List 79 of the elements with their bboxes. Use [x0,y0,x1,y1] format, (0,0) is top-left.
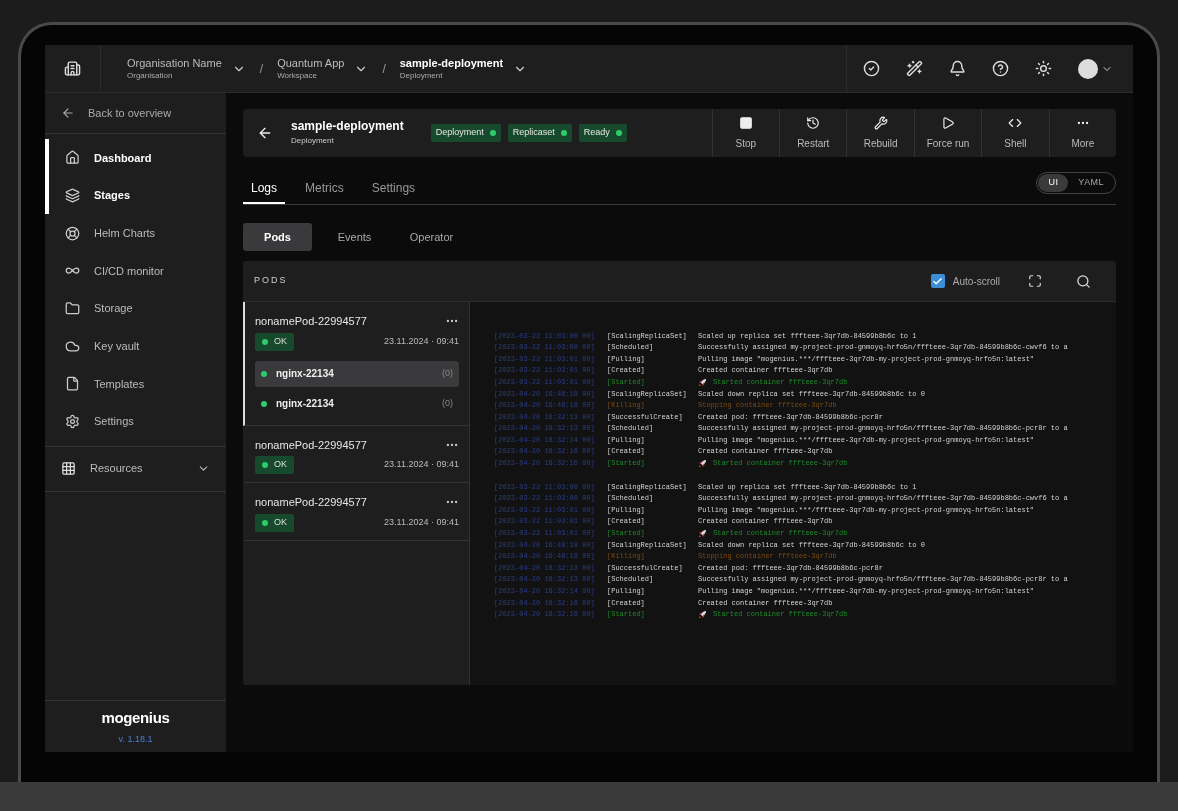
pod-card[interactable]: nonamePod-22994577 OK 23.11.2024 · 09:41 [243,483,469,541]
play-icon [941,115,955,130]
pod-card[interactable]: nonamePod-22994577 OK 23.11.2024 · 09:41 nginx-22134 (0) nginx-22134 (0) [243,302,469,426]
breadcrumb-dropdown[interactable]: sample-deployment Deployment [399,55,528,82]
help-icon[interactable] [992,60,1009,77]
panel-title: PODS [254,274,288,288]
sun-icon[interactable] [1035,60,1052,77]
rocket-icon [698,458,707,468]
sidebar-item[interactable]: Dashboard [45,139,226,177]
container-item[interactable]: nginx-22134 (0) [255,390,459,417]
home-icon [65,150,80,166]
rocket-icon [698,528,707,538]
version-text: v. 1.18.1 [118,733,153,746]
folder-icon [65,301,80,317]
pod-timestamp: 23.11.2024 · 09:41 [384,458,459,472]
subtab[interactable]: Pods [243,223,312,251]
pod-name: nonamePod-22994577 [255,437,367,453]
pod-timestamp: 23.11.2024 · 09:41 [384,515,459,529]
fullscreen-icon[interactable] [1028,274,1042,288]
tab[interactable]: Logs [243,174,286,204]
sidebar-item[interactable]: Settings [45,402,226,441]
subtab[interactable]: Events [320,223,389,251]
history-icon [806,115,821,130]
breadcrumb-separator: / [259,60,264,78]
magic-wand-icon[interactable] [906,60,923,77]
deployment-subtitle: Deployment [291,135,335,147]
sidebar-item[interactable]: CI/CD monitor [45,252,226,290]
pod-name: nonamePod-22994577 [255,314,367,329]
back-icon[interactable] [257,125,273,141]
settings-icon [65,414,80,430]
status-tag: Ready [578,124,627,142]
container-item[interactable]: nginx-22134 (0) [255,360,459,387]
status-tag: Replicaset [507,124,572,142]
action-button[interactable]: Stop [711,109,780,157]
deployment-title: sample-deployment [291,119,404,134]
sidebar-item[interactable]: Storage [45,289,226,328]
logo: mogenius [101,707,170,728]
layers-icon [65,188,80,204]
action-button[interactable]: Force run [913,109,982,157]
tab[interactable]: Settings [363,174,424,204]
check-circle-icon[interactable] [863,60,880,77]
action-button[interactable]: More [1048,109,1116,157]
status-badge: OK [255,513,294,532]
breadcrumb-dropdown[interactable]: Quantum App Workspace [277,55,369,82]
status-tag: Deployment [430,124,501,142]
toggle-option[interactable]: YAML [1068,174,1114,192]
avatar-menu[interactable] [1078,58,1113,79]
status-badge: OK [255,456,294,474]
rocket-icon [698,377,707,387]
action-button[interactable]: Shell [981,109,1049,157]
resources-dropdown[interactable]: Resources [45,445,226,492]
auto-scroll-checkbox[interactable]: Auto-scroll [930,273,1000,289]
search-icon[interactable] [1076,273,1091,289]
action-button[interactable]: Rebuild [846,109,914,157]
pod-timestamp: 23.11.2024 · 09:41 [384,334,459,348]
sidebar-item[interactable]: Templates [45,365,226,403]
building-icon[interactable] [64,60,81,77]
breadcrumb-separator: / [382,60,386,78]
status-badge: OK [255,332,294,351]
back-link[interactable]: Back to overview [45,93,226,134]
breadcrumb-dropdown[interactable]: Organisation Name Organisation [127,55,246,82]
check-icon [932,275,944,287]
bell-icon[interactable] [949,60,966,77]
pod-card[interactable]: nonamePod-22994577 OK 23.11.2024 · 09:41 [243,425,469,483]
sidebar-item[interactable]: Key vault [45,327,226,366]
sidebar-item[interactable]: Stages [45,176,226,215]
tab[interactable]: Metrics [297,174,352,204]
file-icon [65,376,80,392]
steering-wheel-icon [65,225,80,241]
toggle-option[interactable]: UI [1038,174,1069,192]
cloud-icon [65,338,80,354]
sidebar-item[interactable]: Helm Charts [45,214,226,253]
subtab[interactable]: Operator [397,223,466,251]
pod-name: nonamePod-22994577 [255,495,367,510]
grid-icon [61,461,76,476]
wrench-icon [873,115,888,130]
rocket-icon [698,609,707,619]
stop-icon [738,115,753,130]
action-button[interactable]: Restart [779,109,847,157]
